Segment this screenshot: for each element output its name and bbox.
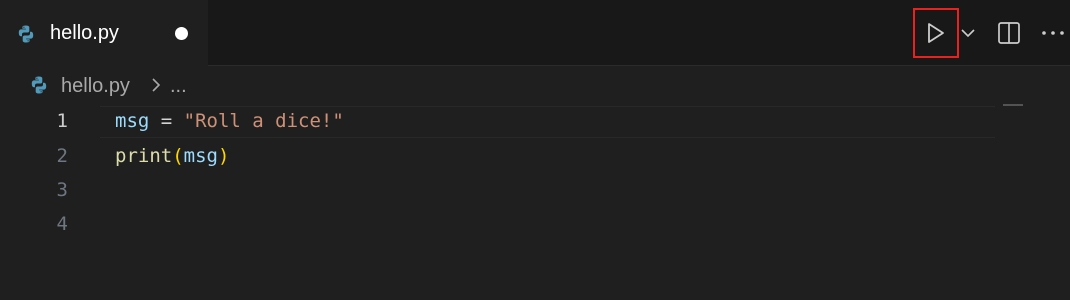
python-icon bbox=[18, 25, 34, 43]
python-icon bbox=[31, 76, 47, 94]
chevron-right-icon bbox=[152, 78, 161, 92]
code-token-paren: ( bbox=[172, 145, 184, 167]
line-number: 4 bbox=[56, 213, 68, 235]
breadcrumb: hello.py ... bbox=[0, 66, 1070, 104]
code-token-op: = bbox=[149, 110, 184, 132]
chevron-down-icon bbox=[961, 29, 975, 38]
code-token-str: "Roll a dice!" bbox=[183, 110, 344, 132]
editor-window: hello.py hello.py ... 1 2 3 4 msg = "Rol… bbox=[0, 0, 1070, 300]
split-editor-button[interactable] bbox=[994, 18, 1024, 48]
tab-label: hello.py bbox=[50, 22, 119, 44]
play-icon bbox=[928, 23, 944, 43]
run-python-file-button[interactable] bbox=[913, 8, 959, 58]
code-token-var: msg bbox=[183, 145, 218, 167]
code-line[interactable]: print(msg) bbox=[115, 145, 229, 167]
more-actions-button[interactable] bbox=[1038, 18, 1068, 48]
breadcrumb-symbols[interactable]: ... bbox=[170, 75, 187, 98]
code-line[interactable]: msg = "Roll a dice!" bbox=[115, 110, 344, 132]
tab-bar: hello.py bbox=[0, 0, 1070, 66]
line-number: 2 bbox=[56, 145, 68, 167]
breadcrumb-file[interactable]: hello.py bbox=[61, 75, 130, 98]
tab-hello-py[interactable]: hello.py bbox=[0, 0, 208, 66]
code-token-fn: print bbox=[115, 145, 173, 167]
code-token-var: msg bbox=[115, 110, 150, 132]
split-editor-icon bbox=[998, 22, 1020, 44]
unsaved-dot-icon[interactable] bbox=[175, 27, 188, 40]
code-token-paren: ) bbox=[217, 145, 230, 167]
ellipsis-icon bbox=[1042, 31, 1064, 35]
line-number: 3 bbox=[56, 179, 68, 201]
run-options-dropdown[interactable] bbox=[958, 20, 978, 46]
minimap[interactable] bbox=[1003, 104, 1023, 106]
line-number: 1 bbox=[56, 110, 68, 132]
